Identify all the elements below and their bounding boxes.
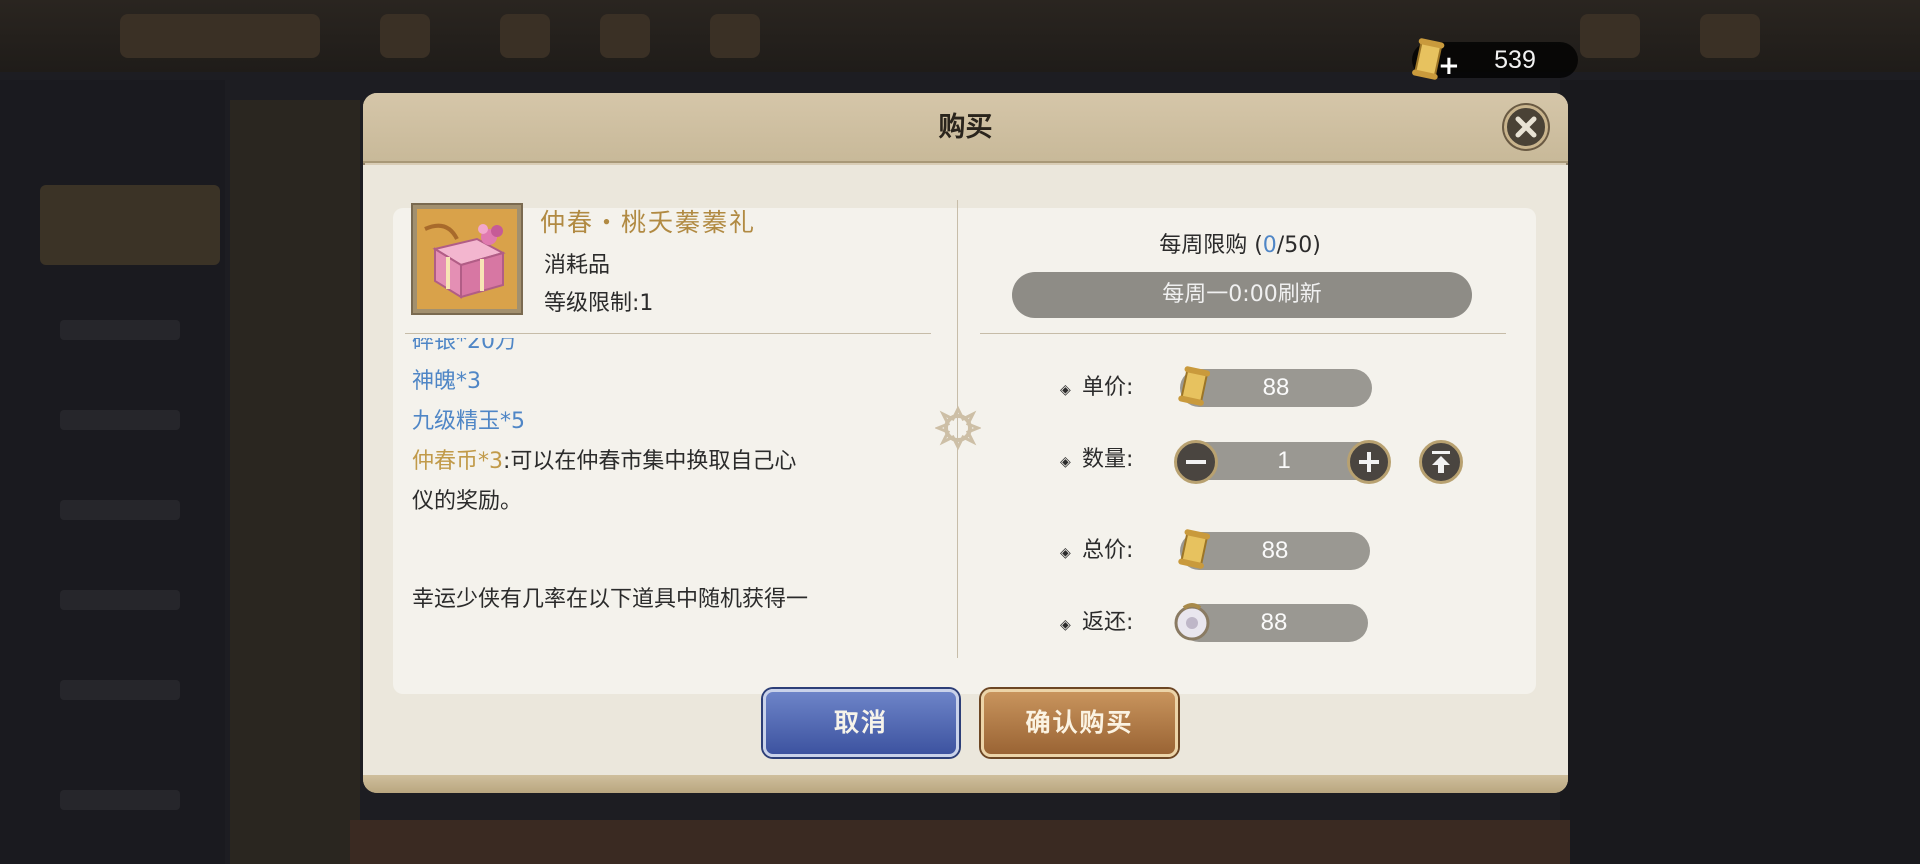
item-level-limit: 等级限制:1 <box>544 291 654 316</box>
background-tab <box>120 14 320 58</box>
background-row <box>60 320 180 340</box>
weekly-limit-used: 0 <box>1262 233 1277 258</box>
weekly-limit-close: ) <box>1312 233 1321 258</box>
weekly-limit: 每周限购 (0/50) <box>1000 227 1480 259</box>
divider <box>405 333 931 334</box>
item-icon-frame[interactable] <box>411 203 523 315</box>
close-icon <box>1515 116 1537 138</box>
close-button[interactable] <box>1504 105 1548 149</box>
weekly-limit-label: 每周限购 <box>1159 233 1248 258</box>
background-tab <box>710 14 760 58</box>
refund-label: 返还: <box>1082 610 1134 635</box>
description-text: 仪的奖励。 <box>412 489 523 514</box>
background-row <box>60 790 180 810</box>
unit-price-label: 单价: <box>1082 375 1134 400</box>
quantity-label: 数量: <box>1082 447 1134 472</box>
background-tab <box>40 185 220 265</box>
reward-highlight: 仲春币*3 <box>412 449 503 474</box>
diamond-bullet-icon: ◈ <box>1060 382 1071 398</box>
currency-value: 539 <box>1494 46 1536 74</box>
increase-quantity-button[interactable] <box>1347 440 1391 484</box>
background-list <box>230 100 360 864</box>
cancel-button[interactable]: 取消 <box>763 689 959 757</box>
diamond-bullet-icon: ◈ <box>1060 545 1071 561</box>
gold-scroll-icon <box>1178 529 1211 575</box>
background-row <box>60 410 180 430</box>
item-name: 仲春・桃夭蓁蓁礼 <box>540 208 757 237</box>
max-arrow-icon <box>1432 451 1450 473</box>
item-description[interactable]: 碎银*20万 神魄*3 九级精玉*5 仲春币*3:可以在仲春市集中换取自己心 仪… <box>412 338 922 654</box>
gold-scroll-icon <box>1178 366 1211 412</box>
description-text: 幸运少侠有几率在以下道具中随机获得一 <box>412 587 809 612</box>
weekly-limit-max: 50 <box>1284 233 1313 258</box>
dialog-title: 购买 <box>938 112 993 143</box>
diamond-bullet-icon: ◈ <box>1060 454 1071 470</box>
background-row <box>60 590 180 610</box>
reward-line: 九级精玉*5 <box>412 409 525 434</box>
plus-icon <box>1359 452 1379 472</box>
background-tab <box>600 14 650 58</box>
refresh-info: 每周一0:00刷新 <box>1012 272 1472 318</box>
add-currency-plus-icon[interactable]: + <box>1438 53 1460 79</box>
item-type: 消耗品 <box>544 253 611 278</box>
unit-price-row: ◈ 单价: <box>1060 368 1133 408</box>
background-tab <box>500 14 550 58</box>
divider <box>980 333 1506 334</box>
confirm-purchase-button[interactable]: 确认购买 <box>981 689 1178 757</box>
background-sidebar <box>0 80 225 864</box>
background-tab <box>380 14 430 58</box>
background-right-panel <box>1560 80 1920 864</box>
diamond-bullet-icon: ◈ <box>1060 617 1071 633</box>
background-row <box>60 680 180 700</box>
refund-row: ◈ 返还: <box>1060 603 1133 643</box>
reward-line: 神魄*3 <box>412 369 481 394</box>
background-top-bar <box>0 0 1920 72</box>
description-text: :可以在仲春市集中换取自己心 <box>503 449 797 474</box>
reward-line: 碎银*20万 <box>412 338 517 354</box>
weekly-limit-open: ( <box>1247 233 1263 258</box>
dialog-footer-strip <box>363 775 1568 793</box>
total-price-label: 总价: <box>1082 538 1134 563</box>
background-row <box>60 500 180 520</box>
background-bottom-bar <box>350 820 1570 864</box>
background-tab <box>1700 14 1760 58</box>
gift-box-icon <box>417 209 517 309</box>
max-quantity-button[interactable] <box>1419 440 1463 484</box>
background-tab <box>1580 14 1640 58</box>
jade-coin-icon <box>1172 602 1212 646</box>
ornament-knot-icon <box>933 405 983 455</box>
minus-icon <box>1186 460 1206 464</box>
decrease-quantity-button[interactable] <box>1174 440 1218 484</box>
total-price-row: ◈ 总价: <box>1060 531 1133 571</box>
quantity-row: ◈ 数量: <box>1060 440 1133 480</box>
